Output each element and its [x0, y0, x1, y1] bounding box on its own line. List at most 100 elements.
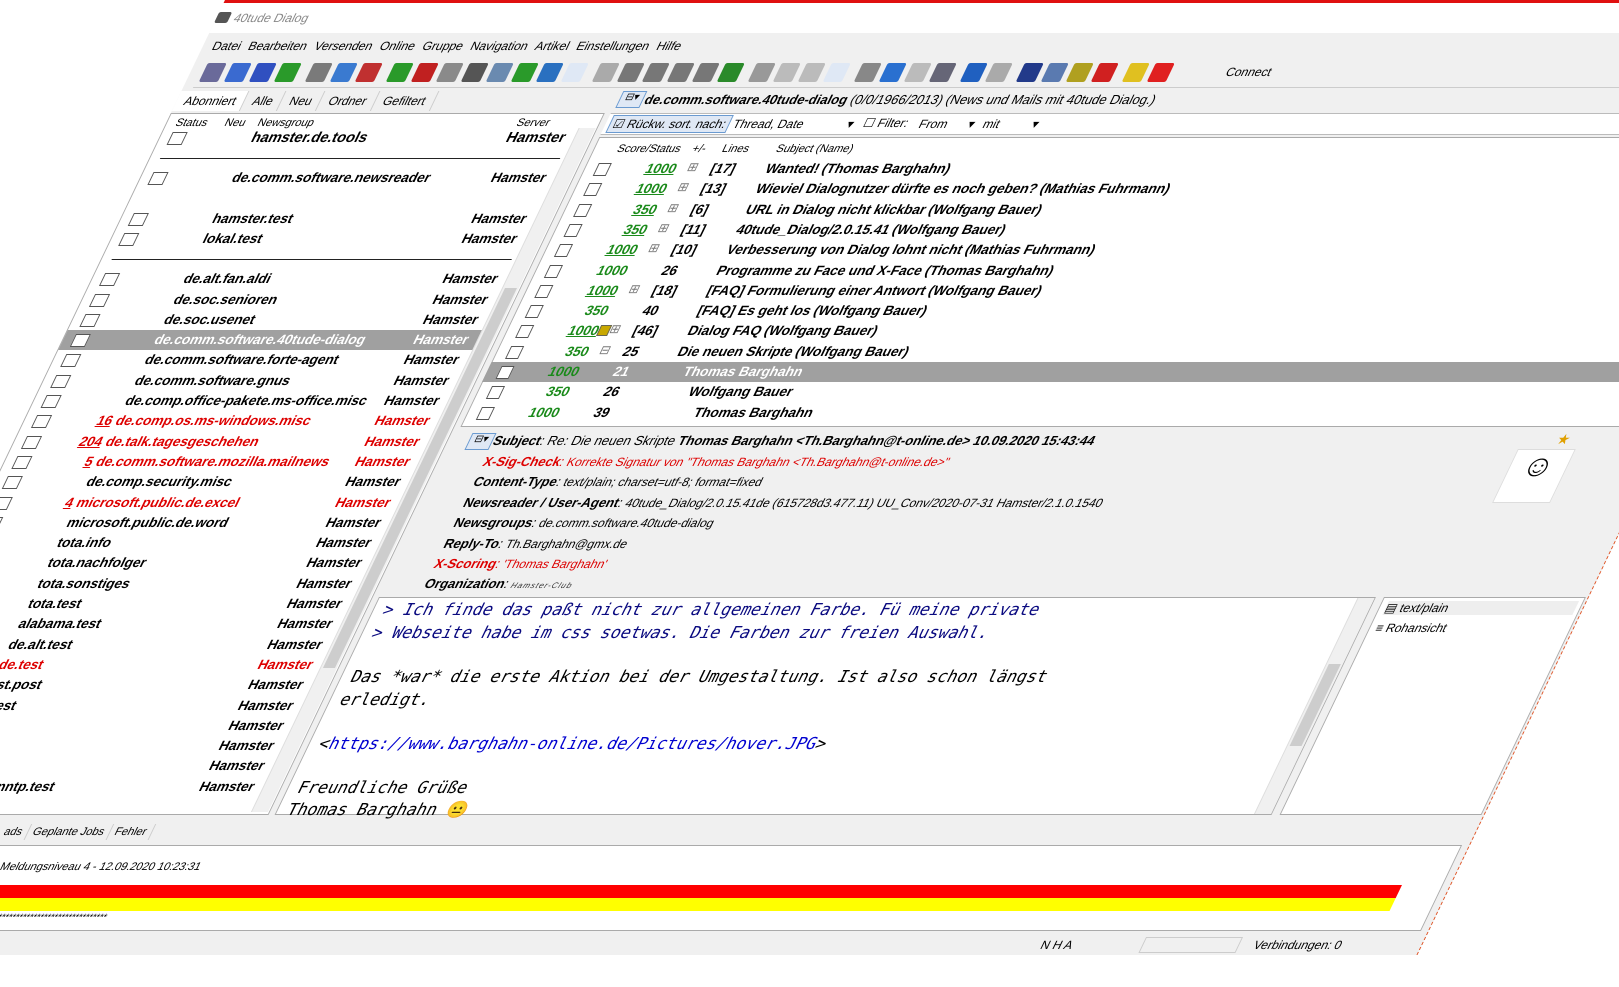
article-icon[interactable]	[928, 63, 957, 82]
article-row[interactable]: 1000 39 Thomas Barghahn	[463, 403, 1619, 423]
sort-toggle[interactable]: ☑ Rückw. sort. nach:	[605, 115, 735, 133]
newsgroup-row[interactable]: alabama.test Hamster	[0, 614, 352, 634]
spellcheck-icon[interactable]	[560, 63, 589, 82]
hand-icon[interactable]	[747, 63, 776, 82]
lock-icon[interactable]	[1065, 63, 1094, 82]
menu-bearbeiten[interactable]: Bearbeiten	[246, 39, 311, 53]
copy-icon[interactable]	[435, 63, 464, 82]
get-headers-icon[interactable]	[223, 63, 252, 82]
from-value[interactable]: Thomas Barghahn <Th.Barghahn@t-online.de…	[675, 433, 1098, 448]
article-row[interactable]: 1000 26 Programme zu Face und X-Face (Thom…	[531, 261, 1619, 281]
forward-arrow-icon[interactable]	[903, 63, 932, 82]
expand-icon[interactable]: ⊞	[665, 201, 682, 215]
newsgroup-row[interactable]: est.post Hamster	[0, 675, 323, 695]
menu-datei[interactable]: Datei	[210, 39, 245, 53]
newsgroup-row[interactable]: 4 microsoft.public.de.excel Hamster	[0, 493, 410, 513]
refresh-icon[interactable]	[591, 63, 620, 82]
newsgroup-row[interactable]: de.comm.software.40tude-dialog Hamster	[58, 330, 488, 351]
stop-icon[interactable]	[1146, 63, 1175, 82]
download-icon[interactable]	[535, 63, 564, 82]
newsgroup-row[interactable]: de.alt.fan.aldi Hamster	[87, 269, 517, 289]
article-row[interactable]: 350 ⊞ [11] 40tude_Dialog/2.0.15.41 (Wolfgan…	[550, 220, 1619, 240]
mark-unread-icon[interactable]	[329, 63, 358, 82]
col-lines[interactable]: Lines	[720, 143, 752, 155]
mark-read-icon[interactable]	[304, 63, 333, 82]
newsgroup-row[interactable]: de.test Hamster	[0, 655, 332, 675]
newsgroup-row[interactable]: ft.public.nntp.test Hamster	[0, 777, 274, 797]
message-body[interactable]: > Ich finde das paßt nicht zur allgemein…	[274, 597, 1376, 819]
collapse-icon[interactable]	[772, 63, 801, 82]
tab-gefiltert[interactable]: Gefiltert	[370, 91, 440, 111]
new-post-icon[interactable]	[354, 63, 383, 82]
thread-unread-icon[interactable]	[641, 63, 670, 82]
thread-read-icon[interactable]	[616, 63, 645, 82]
article-row[interactable]: 350 ⊞ [6] URL in Dialog nicht klickbar (Wol…	[560, 200, 1619, 220]
expand-icon[interactable]: ⊞	[626, 282, 643, 296]
sort-select[interactable]: Thread, Date ▾	[730, 117, 857, 131]
newsgroup-row[interactable]: tota.info Hamster	[0, 533, 391, 553]
newsgroup-row[interactable]: tota.test Hamster	[0, 594, 361, 614]
article-row[interactable]: 1000 ⊞ [46] Dialog FAQ (Wolfgang Bauer)	[501, 321, 1619, 341]
col-score[interactable]: Score/Status	[615, 143, 684, 155]
view-1-icon[interactable]	[822, 63, 851, 82]
col-plusminus[interactable]: +/-	[690, 143, 709, 155]
article-row[interactable]: 1000 21 Thomas Barghahn	[481, 362, 1619, 382]
newsgroup-row[interactable]: de.alt.test Hamster	[0, 635, 342, 655]
next-thread-icon[interactable]	[691, 63, 720, 82]
delete-icon[interactable]	[1090, 63, 1119, 82]
tab-bottom[interactable]: Fehler	[106, 824, 157, 840]
menu-online[interactable]: Online	[377, 39, 418, 53]
reply-icon[interactable]	[385, 63, 414, 82]
menu-hilfe[interactable]: Hilfe	[654, 39, 685, 53]
article-row[interactable]: 1000 ⊞ [10] Verbesserung von Dialog lohnt n…	[540, 240, 1619, 260]
expand-icon[interactable]: ⊞	[655, 221, 672, 235]
newsgroup-row[interactable]: hamster.test Hamster	[116, 209, 546, 229]
search-next-icon[interactable]	[984, 63, 1013, 82]
mime-text-plain[interactable]: ▤ text/plain	[1382, 601, 1580, 615]
tab-abonniert[interactable]: Abonniert	[171, 91, 250, 111]
newsgroup-row[interactable]: s.testHamster	[0, 736, 293, 756]
back-arrow-icon[interactable]	[878, 63, 907, 82]
view-s-icon[interactable]	[853, 63, 882, 82]
newsgroup-row[interactable]: 16 de.comp.os.ms-windows.misc Hamster	[19, 411, 449, 431]
filter-op-select[interactable]: mit ▾	[980, 117, 1042, 131]
menu-einstellungen[interactable]: Einstellungen	[574, 39, 653, 53]
newsgroup-row[interactable]: testHamster	[0, 716, 303, 736]
expand-icon[interactable]	[797, 63, 826, 82]
send-icon[interactable]	[273, 63, 302, 82]
newsgroup-row[interactable]: de.comp.security.misc Hamster	[0, 472, 420, 492]
star-icon[interactable]: ★	[1553, 431, 1574, 448]
mail-icon[interactable]	[485, 63, 514, 82]
newsgroup-row[interactable]: de.comm.software.forte-agent Hamster	[49, 350, 479, 370]
forward-icon[interactable]	[510, 63, 539, 82]
watch-icon[interactable]	[460, 63, 489, 82]
col-subject[interactable]: Subject (Name)	[774, 143, 856, 155]
newsgroup-row[interactable]: tota.sonstiges Hamster	[0, 574, 371, 594]
next-group-icon[interactable]	[716, 63, 745, 82]
newsgroup-row[interactable]: g.test Hamster	[0, 696, 313, 716]
article-row[interactable]: 350 40 [FAQ] Es geht los (Wolfgang Bauer)	[511, 301, 1619, 321]
collapse-icon[interactable]: ⊟	[597, 343, 614, 357]
newsgroup-row[interactable]: hamster.de.tools Hamster	[155, 128, 585, 148]
tab-bottom[interactable]: Geplante Jobs	[24, 824, 114, 840]
tip-icon[interactable]	[1121, 63, 1150, 82]
newsgroup-row[interactable]: 5 de.comm.software.mozilla.mailnews Hamste…	[0, 452, 429, 472]
newsgroup-row[interactable]: tota.nachfolger Hamster	[0, 553, 381, 573]
menu-navigation[interactable]: Navigation	[468, 39, 531, 53]
filter-icon[interactable]	[1040, 63, 1069, 82]
newsgroup-row[interactable]: lokal.test Hamster	[107, 229, 537, 249]
newsgroup-row[interactable]: de.comm.software.newsreader Hamster	[136, 168, 566, 188]
expand-icon[interactable]: ⊞	[646, 241, 663, 255]
newsgroup-row[interactable]: de.soc.senioren Hamster	[78, 290, 508, 310]
get-news-icon[interactable]	[198, 63, 227, 82]
get-all-icon[interactable]	[248, 63, 277, 82]
newsgroup-row[interactable]: de.comm.software.gnus Hamster	[39, 371, 469, 391]
article-row[interactable]: 1000 ⊞ [17] Wanted! (Thomas Barghahn)	[579, 159, 1619, 179]
mime-raw[interactable]: ≡ Rohansicht	[1373, 621, 1450, 635]
filter-field-select[interactable]: From ▾	[916, 117, 978, 131]
menu-artikel[interactable]: Artikel	[532, 39, 572, 53]
article-row[interactable]: 350 ⊟ 25 Die neuen Skripte (Wolfgang Bauer)	[492, 342, 1619, 362]
newsgroup-row[interactable]: microsoft.public.de.word Hamster	[0, 513, 400, 533]
article-row[interactable]: 1000 ⊞ [18] [FAQ] Formulierung einer Antwor…	[521, 281, 1619, 301]
search-icon[interactable]	[959, 63, 988, 82]
